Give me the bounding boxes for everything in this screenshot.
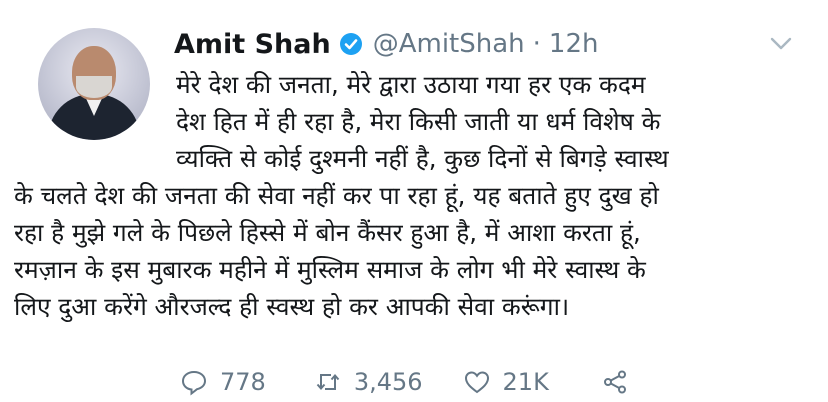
- reply-count: 778: [220, 368, 266, 396]
- like-count: 21K: [502, 368, 549, 396]
- tweet-text-line: लिए दुआ करेंगे औरजल्द ही स्वस्थ हो कर आप…: [14, 292, 570, 321]
- tweet-text-line: देश हित में ही रहा है, मेरा किसी जाती या…: [176, 107, 661, 136]
- tweet-text-line: मेरे देश की जनता, मेरे द्वारा उठाया गया …: [176, 70, 646, 99]
- tweet-header: Amit Shah @AmitShah · 12h: [174, 22, 598, 66]
- avatar[interactable]: [38, 28, 150, 140]
- tweet-card[interactable]: Amit Shah @AmitShah · 12h मेरे देश की जन…: [0, 0, 828, 402]
- author-name[interactable]: Amit Shah: [174, 29, 331, 60]
- tweet-actions: 778 3,456 21K: [180, 362, 629, 402]
- header-separator: ·: [532, 29, 541, 59]
- tweet-timestamp[interactable]: 12h: [549, 29, 599, 59]
- tweet-text-line: रहा है मुझे गले के पिछले हिस्से में बोन …: [14, 218, 641, 247]
- tweet-text-line: के चलते देश की जनता की सेवा नहीं कर पा र…: [14, 181, 659, 210]
- retweet-count: 3,456: [353, 368, 423, 396]
- tweet-text-line: व्यक्ति से कोई दुश्मनी नहीं है, कुछ दिनो…: [176, 144, 669, 173]
- share-button[interactable]: [601, 368, 629, 396]
- retweet-icon: [316, 373, 340, 391]
- avatar-beard: [76, 76, 112, 98]
- reply-button[interactable]: 778: [180, 368, 266, 396]
- like-button[interactable]: 21K: [463, 368, 549, 396]
- reply-icon: [181, 370, 207, 396]
- retweet-button[interactable]: 3,456: [314, 368, 423, 396]
- chevron-down-icon[interactable]: [768, 30, 794, 56]
- share-icon: [603, 370, 626, 394]
- tweet-text-line: रमज़ान के इस मुबारक महीने में मुस्लिम सम…: [14, 255, 646, 284]
- heart-icon: [464, 371, 489, 394]
- author-handle[interactable]: @AmitShah: [373, 29, 525, 59]
- verified-badge-icon: [339, 33, 362, 55]
